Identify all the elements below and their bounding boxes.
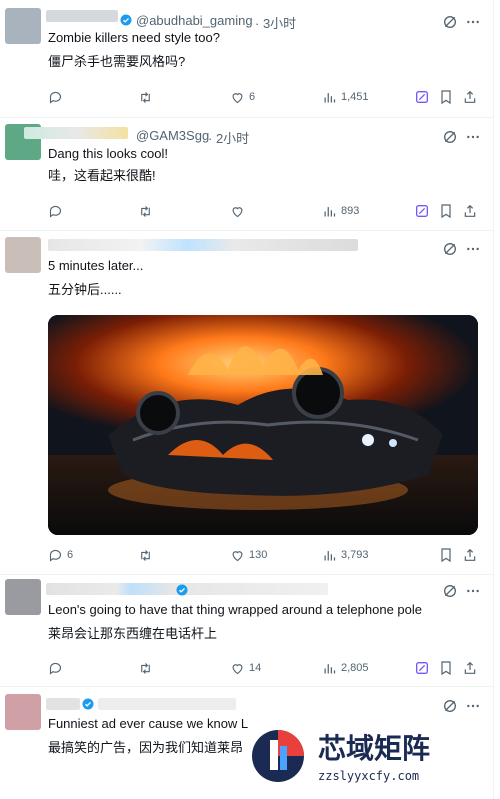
more-icon[interactable] [465, 129, 481, 145]
views-icon [324, 663, 336, 673]
grok-analyze-icon[interactable] [414, 89, 430, 105]
grok-icon[interactable] [442, 698, 458, 714]
grok-icon[interactable] [442, 129, 458, 145]
retweet-button[interactable] [138, 89, 157, 105]
like-count: 6 [249, 91, 256, 103]
tweet[interactable]: 5 minutes later... 五分钟后...... 6 130 3,79… [0, 230, 493, 575]
burning-car-picture [48, 315, 478, 535]
reply-icon [49, 205, 62, 218]
tweet-text: 5 minutes later... [48, 258, 144, 273]
retweet-button[interactable] [138, 547, 157, 563]
views-icon [324, 550, 336, 560]
more-icon[interactable] [465, 14, 481, 30]
reply-button[interactable] [48, 203, 67, 219]
more-icon[interactable] [465, 583, 481, 599]
reply-icon [49, 549, 62, 562]
verified-icon [120, 14, 132, 26]
share-icon[interactable] [462, 203, 478, 219]
retweet-button[interactable] [138, 203, 157, 219]
tweet-translation: 五分钟后...... [48, 282, 122, 297]
retweet-icon [141, 91, 150, 103]
like-button[interactable]: 130 [230, 547, 267, 563]
views-button[interactable]: 3,793 [322, 547, 369, 563]
bookmark-icon[interactable] [438, 547, 454, 563]
blurred-display-name [46, 10, 118, 22]
tweet-text: Dang this looks cool! [48, 146, 168, 161]
watermark-url: zzslyyxcfy.com [318, 769, 419, 783]
views-button[interactable]: 2,805 [322, 660, 369, 676]
reply-button[interactable] [48, 89, 67, 105]
like-count: 14 [249, 662, 262, 674]
like-button[interactable]: 14 [230, 660, 261, 676]
views-count: 2,805 [341, 662, 369, 674]
verified-icon [82, 698, 94, 710]
tweet-text: Leon's going to have that thing wrapped … [48, 602, 422, 617]
tweet-timestamp[interactable]: · 3小时 [255, 13, 296, 32]
tweet[interactable]: Leon's going to have that thing wrapped … [0, 574, 493, 687]
views-button[interactable]: 893 [322, 203, 359, 219]
like-icon [232, 206, 243, 217]
blurred-display-name [48, 239, 358, 251]
retweet-icon [141, 549, 150, 561]
reply-icon [49, 91, 62, 104]
like-icon [232, 550, 243, 561]
watermark: 芯域矩阵 zzslyyxcfy.com [248, 722, 478, 790]
reply-count: 6 [67, 549, 74, 561]
tweet-translation: 最搞笑的广告，因为我们知道莱昂 [48, 740, 244, 755]
reply-icon [49, 662, 62, 675]
grok-icon[interactable] [442, 241, 458, 257]
like-icon [232, 92, 243, 103]
tweet-timestamp[interactable]: · 2小时 [208, 128, 249, 147]
tweet-translation: 哇，这看起来很酷! [48, 168, 156, 183]
blurred-display-name [46, 698, 80, 710]
tweet-text: Zombie killers need style too? [48, 30, 220, 45]
views-count: 893 [341, 205, 360, 217]
tweet-text: Funniest ad ever cause we know L [48, 716, 249, 731]
like-button[interactable] [230, 203, 249, 219]
retweet-icon [141, 662, 150, 674]
avatar[interactable] [5, 8, 41, 44]
verified-icon [176, 584, 188, 596]
reply-button[interactable]: 6 [48, 547, 73, 563]
grok-analyze-icon[interactable] [414, 203, 430, 219]
grok-icon[interactable] [442, 583, 458, 599]
tweet-translation: 莱昂会让那东西缠在电话杆上 [48, 626, 218, 641]
avatar[interactable] [5, 579, 41, 615]
like-button[interactable]: 6 [230, 89, 255, 105]
retweet-icon [141, 205, 150, 217]
bookmark-icon[interactable] [438, 203, 454, 219]
avatar[interactable] [5, 694, 41, 730]
bookmark-icon[interactable] [438, 89, 454, 105]
like-icon [232, 663, 243, 674]
views-icon [324, 206, 336, 216]
retweet-button[interactable] [138, 660, 157, 676]
share-icon[interactable] [462, 547, 478, 563]
views-button[interactable]: 1,451 [322, 89, 369, 105]
tweet-image-burning-car[interactable] [48, 315, 478, 535]
tweet[interactable]: @GAM3Sgg · 2小时 Dang this looks cool! 哇，这… [0, 117, 493, 231]
author-handle[interactable]: @GAM3Sgg [136, 128, 209, 143]
views-icon [324, 92, 336, 102]
share-icon[interactable] [462, 660, 478, 676]
watermark-logo: 芯域矩阵 zzslyyxcfy.com [248, 722, 478, 790]
more-icon[interactable] [465, 241, 481, 257]
grok-analyze-icon[interactable] [414, 660, 430, 676]
timeline-feed: @abudhabi_gaming · 3小时 Zombie killers ne… [0, 0, 494, 799]
blurred-handle [98, 698, 236, 710]
tweet-translation: 僵尸杀手也需要风格吗? [48, 54, 186, 69]
avatar[interactable] [5, 237, 41, 273]
bookmark-icon[interactable] [438, 660, 454, 676]
reply-button[interactable] [48, 660, 67, 676]
watermark-title: 芯域矩阵 [318, 732, 430, 765]
views-count: 3,793 [341, 549, 369, 561]
share-icon[interactable] [462, 89, 478, 105]
more-icon[interactable] [465, 698, 481, 714]
like-count: 130 [249, 549, 268, 561]
blurred-display-name [24, 127, 128, 139]
grok-icon[interactable] [442, 14, 458, 30]
tweet[interactable]: @abudhabi_gaming · 3小时 Zombie killers ne… [0, 0, 493, 118]
author-handle[interactable]: @abudhabi_gaming [136, 13, 253, 28]
views-count: 1,451 [341, 91, 369, 103]
